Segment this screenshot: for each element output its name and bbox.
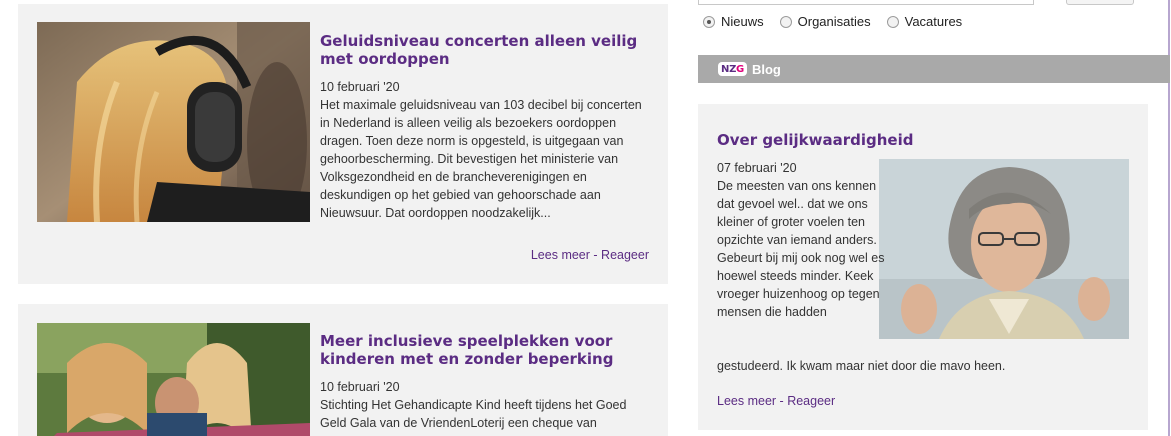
link-separator: - (593, 248, 602, 262)
author-portrait-photo (879, 159, 1129, 339)
blog-author-photo[interactable] (879, 159, 1129, 339)
radio-vacancies[interactable]: Vacatures (886, 14, 963, 29)
news-article-card: Meer inclusieve speelplekken voor kinder… (18, 304, 668, 436)
children-playground-photo (37, 323, 310, 436)
radio-button[interactable] (779, 15, 792, 28)
ear-protection-photo (37, 22, 310, 222)
radio-news[interactable]: Nieuws (703, 14, 764, 29)
article-excerpt: Stichting Het Gehandicapte Kind heeft ti… (320, 398, 627, 430)
logo-letter: N (721, 63, 730, 75)
article-date: 10 februari '20 (320, 380, 400, 394)
radio-organisations[interactable]: Organisaties (779, 14, 871, 29)
article-body: Meer inclusieve speelplekken voor kinder… (320, 332, 650, 432)
news-article-card: Geluidsniveau concerten alleen veilig me… (18, 4, 668, 284)
article-thumbnail[interactable] (37, 22, 310, 222)
nzg-logo: N Z G (718, 62, 747, 76)
radio-button-checked[interactable] (703, 15, 715, 28)
blog-section-title: Blog (751, 61, 781, 77)
blog-post-card: Over gelijkwaardigheid 07 februari '20 D… (698, 104, 1148, 430)
blog-section-header: N Z G Blog (698, 55, 1170, 83)
article-body: Geluidsniveau concerten alleen veilig me… (320, 32, 650, 222)
radio-label: Nieuws (721, 14, 764, 29)
read-more-link[interactable]: Lees meer (717, 394, 776, 408)
article-date: 10 februari '20 (320, 80, 400, 94)
logo-letter: Z (729, 63, 737, 75)
article-thumbnail[interactable] (37, 323, 310, 436)
blog-post-date: 07 februari '20 (717, 161, 797, 175)
article-actions: Lees meer - Reageer (531, 248, 649, 262)
article-title[interactable]: Meer inclusieve speelplekken voor kinder… (320, 332, 650, 368)
blog-post-title[interactable]: Over gelijkwaardigheid (717, 131, 913, 149)
search-input[interactable] (698, 0, 1034, 5)
radio-button[interactable] (886, 15, 899, 28)
react-link[interactable]: Reageer (601, 248, 649, 262)
search-button[interactable] (1066, 0, 1134, 5)
blog-actions: Lees meer - Reageer (717, 394, 835, 408)
article-title[interactable]: Geluidsniveau concerten alleen veilig me… (320, 32, 650, 68)
radio-label: Vacatures (904, 14, 963, 29)
radio-label: Organisaties (797, 14, 871, 29)
blog-post-excerpt-continued: gestudeerd. Ik kwam maar niet door die m… (717, 359, 1006, 373)
article-excerpt: Het maximale geluidsniveau van 103 decib… (320, 98, 642, 220)
logo-letter: G (736, 63, 744, 75)
read-more-link[interactable]: Lees meer (531, 248, 590, 262)
react-link[interactable]: Reageer (787, 394, 835, 408)
blog-post-excerpt: De meesten van ons kennen dat gevoel wel… (717, 179, 885, 319)
search-filter-radios: Nieuws Organisaties Vacatures (703, 14, 978, 29)
